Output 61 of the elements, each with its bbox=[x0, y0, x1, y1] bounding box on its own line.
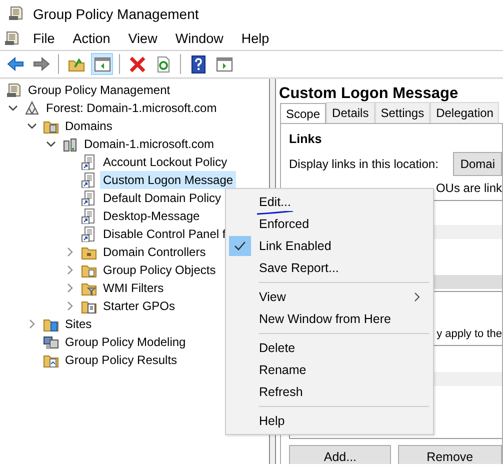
dialog-button[interactable]: Add... bbox=[289, 444, 392, 464]
pane-title: Custom Logon Message bbox=[278, 84, 460, 103]
menu-item[interactable]: New Window from Here bbox=[226, 308, 433, 330]
description-text: OUs are link bbox=[436, 180, 502, 197]
tree-item[interactable]: Domain Controllers bbox=[100, 243, 209, 261]
section-heading: Links bbox=[289, 131, 323, 148]
menu-item[interactable]: Enforced bbox=[226, 213, 433, 235]
menu-item[interactable]: Action bbox=[64, 28, 120, 50]
collapse-chevron-icon[interactable] bbox=[8, 103, 18, 113]
collapse-chevron-icon[interactable] bbox=[27, 121, 37, 131]
policy-link-icon bbox=[81, 172, 97, 188]
policy-link-icon bbox=[81, 226, 97, 242]
console-icon bbox=[6, 82, 22, 98]
menu-item[interactable]: Link Enabled bbox=[226, 235, 433, 257]
menu-item[interactable]: Rename bbox=[226, 359, 433, 381]
menu-item[interactable]: Refresh bbox=[226, 381, 433, 403]
tree-item[interactable]: Custom Logon Message bbox=[100, 171, 236, 189]
location-dropdown[interactable]: Domai bbox=[453, 152, 502, 176]
pane-button[interactable] bbox=[91, 53, 113, 75]
tree-item[interactable]: Default Domain Policy bbox=[100, 189, 224, 207]
tree-item[interactable]: Account Lockout Policy bbox=[100, 153, 230, 171]
tree-item[interactable]: Domain-1.microsoft.com bbox=[81, 135, 218, 153]
menu-item[interactable]: Help bbox=[232, 28, 278, 50]
tree-item[interactable]: Starter GPOs bbox=[100, 297, 178, 315]
expand-chevron-icon[interactable] bbox=[65, 247, 75, 257]
tab[interactable]: Delegation bbox=[430, 102, 500, 123]
tab[interactable]: Scope bbox=[280, 103, 326, 123]
tab[interactable]: Details bbox=[326, 102, 375, 123]
server-icon bbox=[62, 136, 78, 152]
tree-item[interactable]: Group Policy Results bbox=[62, 351, 180, 369]
field-label: Display links in this location: bbox=[289, 156, 438, 173]
tree-item[interactable]: Group Policy Objects bbox=[100, 261, 219, 279]
menu-item[interactable]: View bbox=[119, 28, 166, 50]
expand-chevron-icon[interactable] bbox=[27, 319, 37, 329]
tree-item[interactable]: Sites bbox=[62, 315, 95, 333]
menu-item[interactable]: Save Report... bbox=[226, 257, 433, 279]
collapse-chevron-icon[interactable] bbox=[46, 139, 56, 149]
window-title: Group Policy Management bbox=[33, 4, 199, 24]
tree-item[interactable]: Domains bbox=[62, 117, 116, 135]
menu-item[interactable]: View bbox=[226, 286, 433, 308]
policy-link-icon bbox=[81, 154, 97, 170]
policy-link-icon bbox=[81, 190, 97, 206]
tree-item[interactable]: Forest: Domain-1.microsoft.com bbox=[43, 99, 220, 117]
menu-item[interactable]: Delete bbox=[226, 337, 433, 359]
expand-chevron-icon[interactable] bbox=[65, 301, 75, 311]
tree-item[interactable]: Desktop-Message bbox=[100, 207, 203, 225]
menu-item[interactable]: Edit... bbox=[226, 191, 433, 213]
modeling-icon bbox=[43, 334, 59, 350]
tab[interactable]: Settings bbox=[374, 102, 430, 123]
tree-item[interactable]: Group Policy Modeling bbox=[62, 333, 189, 351]
menu-item[interactable]: Window bbox=[166, 28, 232, 50]
policy-link-icon bbox=[81, 208, 97, 224]
tree-item[interactable]: WMI Filters bbox=[100, 279, 167, 297]
expand-chevron-icon[interactable] bbox=[65, 283, 75, 293]
tree-item[interactable]: Group Policy Management bbox=[25, 81, 174, 99]
forest-icon bbox=[24, 100, 40, 116]
description-text: y apply to the bbox=[436, 327, 502, 342]
expand-chevron-icon[interactable] bbox=[65, 265, 75, 275]
menu-item[interactable]: Help bbox=[226, 410, 433, 432]
menu-item[interactable]: File bbox=[24, 28, 64, 50]
dialog-button[interactable]: Remove bbox=[398, 444, 502, 464]
